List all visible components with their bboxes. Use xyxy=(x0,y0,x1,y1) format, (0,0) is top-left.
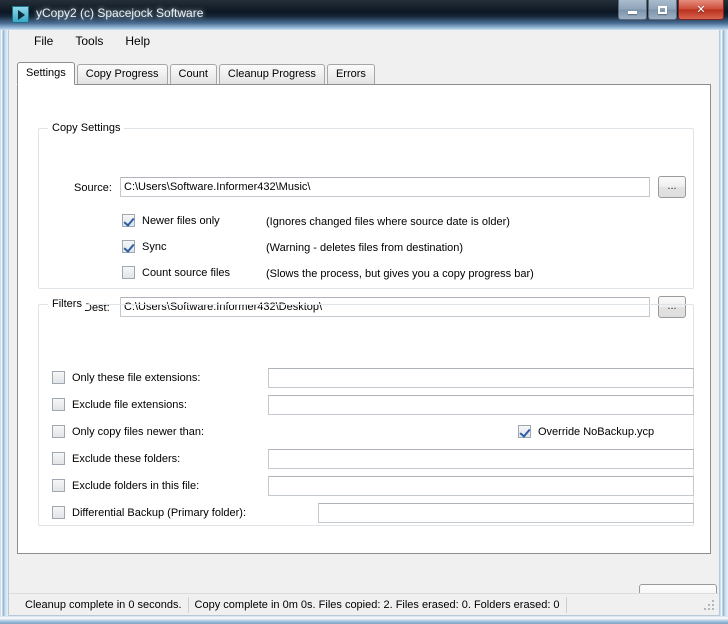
filter-exclude-file-extensions[interactable]: Exclude file extensions: xyxy=(52,398,187,411)
status-bar: Cleanup complete in 0 seconds. Copy comp… xyxy=(9,593,719,615)
source-input[interactable] xyxy=(120,177,650,197)
window-frame-bottom xyxy=(0,616,728,624)
source-label: Source: xyxy=(74,182,112,194)
filter-differential-backup-label: Differential Backup (Primary folder): xyxy=(72,506,247,519)
minimize-button[interactable] xyxy=(618,0,647,20)
tab-count[interactable]: Count xyxy=(169,64,217,84)
maximize-icon xyxy=(649,0,676,19)
filter-differential-backup-input[interactable] xyxy=(318,503,694,523)
copy-settings-group: Copy Settings xyxy=(38,122,694,289)
filter-exclude-file-extensions-label: Exclude file extensions: xyxy=(72,398,187,411)
window-controls: ✕ xyxy=(617,0,724,22)
menu-item-tools[interactable]: Tools xyxy=(64,31,114,51)
filter-only-these-file-extensions-label: Only these file extensions: xyxy=(72,371,201,384)
application-window: yCopy2 (c) Spacejock Software ✕ File Too… xyxy=(0,0,728,624)
window-title: yCopy2 (c) Spacejock Software xyxy=(36,6,204,20)
client-area: File Tools Help Settings Copy Progress C… xyxy=(8,30,720,616)
window-frame-left xyxy=(0,30,8,624)
option-newer-files-only-hint: (Ignores changed files where source date… xyxy=(266,216,510,228)
filter-only-these-file-extensions[interactable]: Only these file extensions: xyxy=(52,371,200,384)
status-panel-copy: Copy complete in 0m 0s. Files copied: 2.… xyxy=(189,596,567,613)
menu-bar: File Tools Help xyxy=(9,30,719,52)
option-sync-label: Sync xyxy=(142,240,167,253)
option-count-source-files[interactable]: Count source files xyxy=(122,266,230,279)
filter-exclude-folders-in-this-file[interactable]: Exclude folders in this file: xyxy=(52,479,199,492)
filter-only-copy-files-newer-than[interactable]: Only copy files newer than: xyxy=(52,425,204,438)
tab-errors[interactable]: Errors xyxy=(326,64,375,84)
option-newer-files-only-label: Newer files only xyxy=(142,214,220,227)
checkbox-differential-backup[interactable] xyxy=(52,506,65,519)
tab-cleanup-progress[interactable]: Cleanup Progress xyxy=(218,64,325,84)
checkbox-only-these-file-extensions[interactable] xyxy=(52,371,65,384)
checkbox-exclude-file-extensions[interactable] xyxy=(52,398,65,411)
option-override-nobackup-label: Override NoBackup.ycp xyxy=(538,425,655,438)
option-sync-hint: (Warning - deletes files from destinatio… xyxy=(266,242,464,254)
filter-differential-backup[interactable]: Differential Backup (Primary folder): xyxy=(52,506,246,519)
filter-only-these-file-extensions-input[interactable] xyxy=(268,368,694,388)
filter-exclude-these-folders-label: Exclude these folders: xyxy=(72,452,181,465)
filter-exclude-folders-in-this-file-input[interactable] xyxy=(268,476,694,496)
checkbox-newer-files-only[interactable] xyxy=(122,214,135,227)
copy-settings-title: Copy Settings xyxy=(48,122,125,134)
filters-title: Filters xyxy=(48,298,86,310)
filter-exclude-these-folders-input[interactable] xyxy=(268,449,694,469)
filter-exclude-file-extensions-input[interactable] xyxy=(268,395,694,415)
menu-item-help[interactable]: Help xyxy=(114,31,161,51)
play-arrow-icon xyxy=(12,6,29,23)
status-panel-cleanup: Cleanup complete in 0 seconds. xyxy=(19,596,189,613)
close-icon: ✕ xyxy=(696,4,706,16)
option-count-source-files-label: Count source files xyxy=(142,266,231,279)
checkbox-exclude-folders-in-this-file[interactable] xyxy=(52,479,65,492)
tab-strip: Settings Copy Progress Count Cleanup Pro… xyxy=(17,62,711,85)
maximize-button[interactable] xyxy=(648,0,677,20)
tab-page-settings: Copy Settings Source: ... Newer files on… xyxy=(17,84,711,554)
checkbox-only-copy-files-newer-than[interactable] xyxy=(52,425,65,438)
menu-item-file[interactable]: File xyxy=(23,31,64,51)
filter-exclude-folders-in-this-file-label: Exclude folders in this file: xyxy=(72,479,200,492)
source-browse-button[interactable]: ... xyxy=(658,176,686,198)
option-sync[interactable]: Sync xyxy=(122,240,166,253)
tab-settings[interactable]: Settings xyxy=(17,62,75,85)
option-override-nobackup[interactable]: Override NoBackup.ycp xyxy=(518,425,654,438)
checkbox-count-source-files[interactable] xyxy=(122,266,135,279)
title-bar[interactable]: yCopy2 (c) Spacejock Software ✕ xyxy=(0,0,728,30)
tab-copy-progress[interactable]: Copy Progress xyxy=(76,64,168,84)
checkbox-override-nobackup[interactable] xyxy=(518,425,531,438)
filter-exclude-these-folders[interactable]: Exclude these folders: xyxy=(52,452,180,465)
minimize-icon xyxy=(619,0,646,19)
checkbox-exclude-these-folders[interactable] xyxy=(52,452,65,465)
option-newer-files-only[interactable]: Newer files only xyxy=(122,214,220,227)
resize-grip-icon[interactable] xyxy=(703,599,716,612)
checkbox-sync[interactable] xyxy=(122,240,135,253)
filter-only-copy-files-newer-than-label: Only copy files newer than: xyxy=(72,425,205,438)
close-button[interactable]: ✕ xyxy=(678,0,724,20)
option-count-source-files-hint: (Slows the process, but gives you a copy… xyxy=(266,268,534,280)
window-frame-right xyxy=(720,30,728,624)
